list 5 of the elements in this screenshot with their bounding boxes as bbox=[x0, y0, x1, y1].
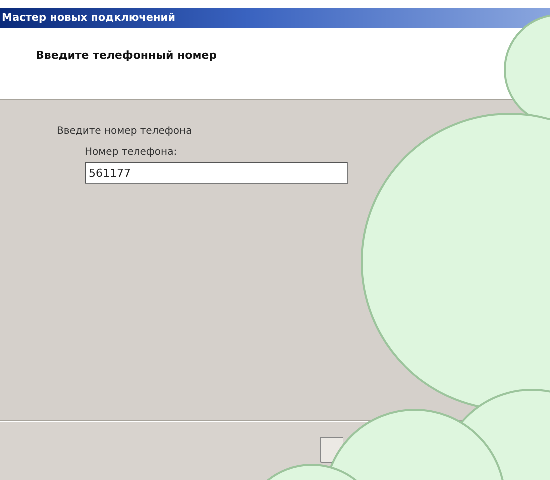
page-title: Введите телефонный номер bbox=[36, 49, 218, 62]
phone-input-field[interactable]: 561177 bbox=[85, 162, 348, 184]
instruction-text: Введите номер телефона bbox=[57, 126, 192, 137]
window-title: Мастер новых подключений bbox=[2, 12, 176, 24]
field-label: Номер телефона: bbox=[85, 147, 178, 158]
